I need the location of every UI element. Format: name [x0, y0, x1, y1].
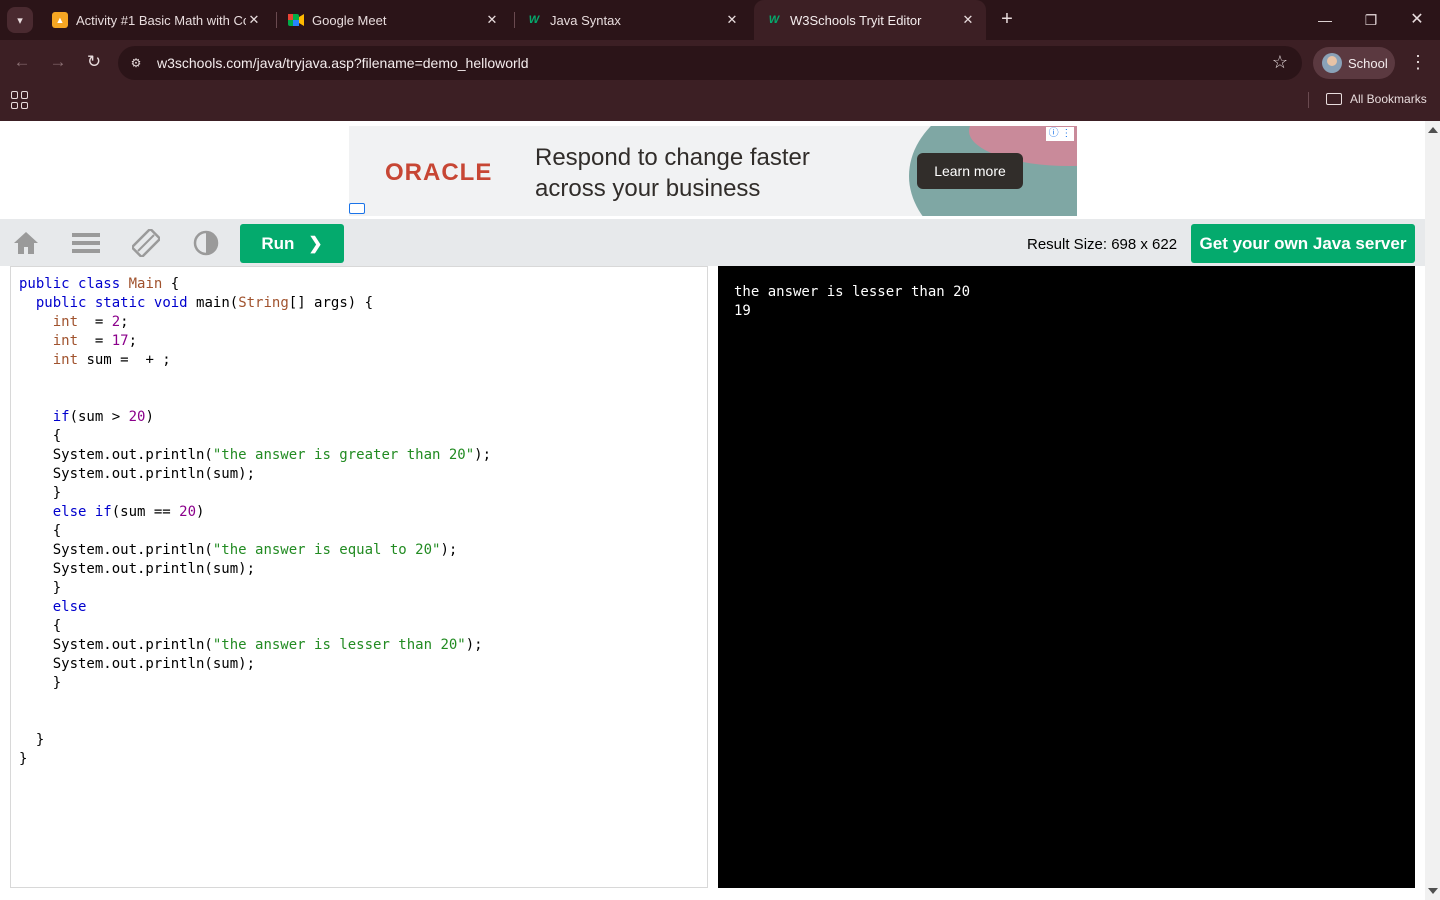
bookmark-divider: [1308, 92, 1309, 108]
scroll-up-arrow[interactable]: [1428, 127, 1438, 133]
all-bookmarks-button[interactable]: All Bookmarks: [1326, 92, 1427, 106]
code-line[interactable]: ​: [19, 693, 491, 712]
scroll-down-arrow[interactable]: [1428, 888, 1438, 894]
reload-icon[interactable]: ↻: [82, 50, 106, 74]
code-line[interactable]: public static void main(String[] args) {: [19, 294, 491, 313]
code-line[interactable]: public class Main {: [19, 275, 491, 294]
tab-title: Java Syntax: [550, 12, 621, 28]
output-line: the answer is lesser than 20: [734, 284, 971, 300]
code-line[interactable]: else: [19, 598, 491, 617]
code-line[interactable]: }: [19, 674, 491, 693]
run-button[interactable]: Run ❯: [240, 224, 344, 263]
run-label: Run: [261, 233, 295, 253]
close-icon[interactable]: ✕: [246, 12, 262, 28]
code-line[interactable]: int = 2;: [19, 313, 491, 332]
code-text[interactable]: public class Main { public static void m…: [19, 275, 491, 769]
back-icon[interactable]: ←: [10, 50, 34, 74]
site-settings-icon[interactable]: ⚙: [128, 55, 144, 71]
profile-button[interactable]: School: [1313, 47, 1395, 79]
result-size-label: Result Size: 698 x 622: [1027, 236, 1178, 253]
classroom-icon: ▲: [52, 12, 68, 28]
tab-search-button[interactable]: ▾: [7, 7, 33, 33]
program-output: the answer is lesser than 20 19: [734, 283, 970, 321]
tab-java-syntax[interactable]: W Java Syntax ✕: [514, 0, 750, 40]
chevron-right-icon: ❯: [308, 233, 323, 253]
restore-icon[interactable]: ❐: [1359, 8, 1383, 32]
code-line[interactable]: else if(sum == 20): [19, 503, 491, 522]
oracle-logo: ORACLE: [385, 159, 493, 186]
code-line[interactable]: }: [19, 731, 491, 750]
code-line[interactable]: ​: [19, 389, 491, 408]
tab-title: Google Meet: [312, 12, 387, 28]
browser-chrome: ▾ ▲ Activity #1 Basic Math with Con ✕ Go…: [0, 0, 1440, 121]
code-line[interactable]: if(sum > 20): [19, 408, 491, 427]
code-line[interactable]: }: [19, 579, 491, 598]
code-line[interactable]: System.out.println(sum);: [19, 465, 491, 484]
menu-lines-icon[interactable]: [72, 229, 100, 257]
code-line[interactable]: System.out.println(sum);: [19, 655, 491, 674]
new-tab-button[interactable]: +: [995, 8, 1019, 32]
get-java-server-button[interactable]: Get your own Java server: [1191, 224, 1415, 263]
close-icon[interactable]: ✕: [484, 12, 500, 28]
page-scrollbar[interactable]: [1425, 121, 1440, 900]
code-line[interactable]: }: [19, 750, 491, 769]
menu-icon[interactable]: ⋮: [1408, 50, 1428, 74]
minimize-icon[interactable]: —: [1313, 8, 1337, 32]
profile-label: School: [1348, 55, 1388, 71]
result-panel: the answer is lesser than 20 19: [718, 266, 1415, 888]
tab-google-meet[interactable]: Google Meet ✕: [276, 0, 510, 40]
tab-title: Activity #1 Basic Math with Con: [76, 12, 246, 28]
home-icon[interactable]: [12, 229, 40, 257]
code-line[interactable]: ​: [19, 712, 491, 731]
code-line[interactable]: }: [19, 484, 491, 503]
folder-icon: [1326, 93, 1342, 105]
tab-title: W3Schools Tryit Editor: [790, 12, 922, 28]
ad-headline: Respond to change faster across your bus…: [535, 144, 810, 202]
w3schools-icon: W: [528, 14, 540, 26]
close-window-icon[interactable]: ✕: [1405, 8, 1429, 32]
apps-icon[interactable]: [11, 91, 29, 109]
all-bookmarks-label: All Bookmarks: [1350, 92, 1427, 106]
ad-choices-icon[interactable]: [349, 203, 365, 214]
code-line[interactable]: int sum = + ;: [19, 351, 491, 370]
close-icon[interactable]: ✕: [960, 12, 976, 28]
code-line[interactable]: {: [19, 522, 491, 541]
code-line[interactable]: ​: [19, 370, 491, 389]
meet-icon: [288, 12, 304, 28]
code-line[interactable]: int = 17;: [19, 332, 491, 351]
code-line[interactable]: System.out.println("the answer is equal …: [19, 541, 491, 560]
code-line[interactable]: System.out.println("the answer is lesser…: [19, 636, 491, 655]
forward-icon[interactable]: →: [46, 50, 70, 74]
theme-contrast-icon[interactable]: [192, 229, 220, 257]
code-editor[interactable]: public class Main { public static void m…: [10, 266, 708, 888]
code-line[interactable]: System.out.println(sum);: [19, 560, 491, 579]
close-icon[interactable]: ✕: [724, 12, 740, 28]
code-line[interactable]: {: [19, 617, 491, 636]
url-text[interactable]: w3schools.com/java/tryjava.asp?filename=…: [157, 55, 529, 71]
w3schools-icon: W: [768, 14, 780, 26]
tab-activity[interactable]: ▲ Activity #1 Basic Math with Con ✕: [40, 0, 272, 40]
code-line[interactable]: System.out.println("the answer is greate…: [19, 446, 491, 465]
oracle-ad-banner[interactable]: ORACLE Respond to change faster across y…: [349, 126, 1077, 216]
learn-more-button[interactable]: Learn more: [917, 153, 1023, 189]
rotate-layout-icon[interactable]: [132, 229, 160, 257]
tab-strip: ▾ ▲ Activity #1 Basic Math with Con ✕ Go…: [0, 0, 1440, 40]
code-line[interactable]: {: [19, 427, 491, 446]
bookmark-star-icon[interactable]: ☆: [1272, 52, 1288, 73]
avatar: [1322, 53, 1342, 73]
address-bar[interactable]: ⚙ w3schools.com/java/tryjava.asp?filenam…: [118, 46, 1302, 80]
output-line: 19: [734, 303, 751, 319]
ad-info-icon[interactable]: ⓘ ⋮: [1046, 127, 1074, 141]
tab-w3schools-tryit[interactable]: W W3Schools Tryit Editor ✕: [754, 0, 986, 40]
